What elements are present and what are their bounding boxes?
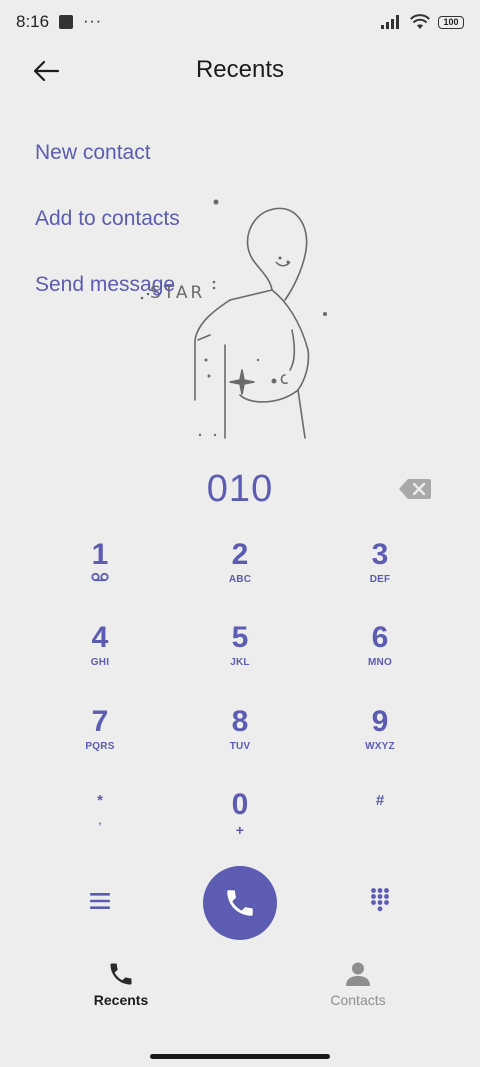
key-letters: ABC — [228, 574, 252, 585]
menu-button[interactable] — [80, 884, 120, 918]
add-to-contacts-link[interactable]: Add to contacts — [35, 207, 180, 231]
key-letters: + — [235, 822, 245, 838]
tab-contacts[interactable]: Contacts — [288, 960, 428, 1016]
key-9[interactable]: 9 WXYZ — [325, 705, 435, 775]
key-digit: 7 — [91, 705, 109, 738]
call-button[interactable] — [203, 866, 277, 940]
key-6[interactable]: 6 MNO — [325, 621, 435, 691]
status-left: 8:16 ··· — [16, 12, 102, 32]
home-indicator — [150, 1054, 330, 1059]
status-bar: 8:16 ··· 100 — [0, 0, 480, 44]
battery-level: 100 — [443, 17, 459, 27]
key-0[interactable]: 0 + — [185, 788, 295, 858]
key-digit: 6 — [371, 621, 389, 654]
notification-icon — [59, 15, 74, 29]
phone-icon — [227, 890, 253, 916]
wifi-icon — [410, 14, 430, 29]
key-letters: DEF — [369, 574, 391, 585]
dialpad-toggle-button[interactable] — [360, 882, 400, 918]
phone-icon — [110, 963, 132, 985]
status-time: 8:16 — [16, 12, 50, 31]
voicemail-icon — [91, 572, 109, 582]
menu-icon — [90, 893, 110, 909]
new-contact-link[interactable]: New contact — [35, 141, 151, 165]
key-letters: , — [98, 816, 102, 827]
battery-icon: 100 — [438, 15, 464, 29]
key-digit: 5 — [231, 621, 249, 654]
key-digit: 9 — [371, 705, 389, 738]
key-8[interactable]: 8 TUV — [185, 705, 295, 775]
dialed-number: 010 — [206, 468, 274, 510]
key-5[interactable]: 5 JKL — [185, 621, 295, 691]
key-letters: PQRS — [85, 741, 115, 752]
key-digit: 4 — [91, 621, 109, 654]
key-digit: 8 — [231, 705, 249, 738]
key-3[interactable]: 3 DEF — [325, 538, 435, 608]
key-2[interactable]: 2 ABC — [185, 538, 295, 608]
key-digit: * — [97, 792, 103, 809]
key-letters: JKL — [230, 657, 250, 668]
tab-label: Contacts — [330, 992, 386, 1008]
key-hash[interactable]: # — [325, 788, 435, 858]
tab-recents[interactable]: Recents — [51, 960, 191, 1016]
more-notifications-icon: ··· — [83, 13, 103, 30]
key-digit: 3 — [371, 538, 389, 571]
key-1[interactable]: 1 — [45, 538, 155, 608]
key-digit: 0 — [231, 788, 249, 821]
header: Recents — [0, 48, 480, 94]
key-digit: 1 — [91, 538, 109, 571]
key-digit: 2 — [231, 538, 249, 571]
backspace-button[interactable] — [398, 478, 432, 500]
signal-icon — [381, 15, 399, 29]
key-letters: WXYZ — [365, 741, 395, 752]
key-letters: TUV — [229, 741, 251, 752]
backspace-icon — [399, 479, 431, 499]
send-message-link[interactable]: Send message — [35, 273, 175, 297]
person-icon — [346, 962, 370, 986]
status-right: 100 — [380, 14, 464, 30]
key-7[interactable]: 7 PQRS — [45, 705, 155, 775]
tab-label: Recents — [93, 992, 149, 1008]
key-digit: # — [375, 792, 385, 809]
key-letters: MNO — [368, 657, 392, 668]
key-star[interactable]: * , — [45, 788, 155, 858]
dialpad-icon — [371, 888, 389, 912]
key-letters: GHI — [90, 657, 110, 668]
page-title: Recents — [195, 56, 285, 83]
key-4[interactable]: 4 GHI — [45, 621, 155, 691]
